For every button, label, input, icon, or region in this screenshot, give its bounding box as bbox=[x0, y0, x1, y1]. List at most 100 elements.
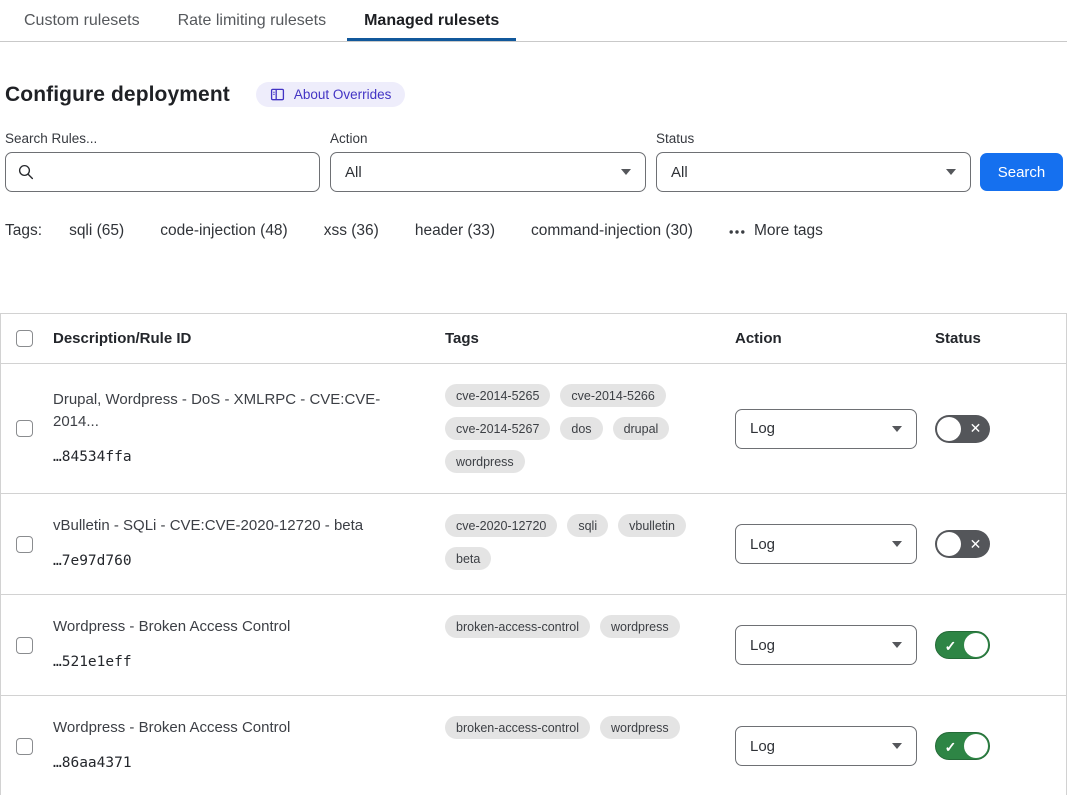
toggle-knob bbox=[937, 417, 961, 441]
row-checkbox[interactable] bbox=[16, 420, 33, 437]
toggle-knob bbox=[937, 532, 961, 556]
status-filter-select[interactable]: All bbox=[656, 152, 971, 192]
tag-pill: cve-2014-5265 bbox=[445, 384, 550, 407]
row-action-select[interactable]: Log bbox=[735, 409, 917, 449]
row-description-cell: Wordpress - Broken Access Control …521e1… bbox=[49, 595, 445, 695]
tag-filter-xss[interactable]: xss (36) bbox=[324, 222, 379, 240]
status-toggle[interactable]: ✕ ✓ bbox=[935, 530, 990, 558]
row-description-cell: Wordpress - Broken Access Control …86aa4… bbox=[49, 696, 445, 795]
action-field: Action All bbox=[330, 131, 656, 192]
status-field: Status All bbox=[656, 131, 980, 192]
tab-managed-rulesets[interactable]: Managed rulesets bbox=[347, 0, 516, 41]
more-tags-button[interactable]: More tags bbox=[729, 222, 823, 240]
tag-pill: dos bbox=[560, 417, 602, 440]
more-tags-label: More tags bbox=[754, 222, 823, 240]
row-action-value: Log bbox=[750, 420, 775, 437]
tag-filter-header[interactable]: header (33) bbox=[415, 222, 495, 240]
chevron-down-icon bbox=[946, 169, 956, 175]
action-filter-select[interactable]: All bbox=[330, 152, 646, 192]
tag-pill: cve-2014-5267 bbox=[445, 417, 550, 440]
filters-row: Search Rules... Action All Status All Se… bbox=[5, 131, 1063, 192]
x-icon: ✕ bbox=[962, 415, 989, 443]
select-all-checkbox[interactable] bbox=[16, 330, 33, 347]
row-action-value: Log bbox=[750, 738, 775, 755]
row-checkbox[interactable] bbox=[16, 536, 33, 553]
row-rule-id: …521e1eff bbox=[53, 650, 425, 674]
ellipsis-icon bbox=[729, 222, 745, 240]
table-row: Wordpress - Broken Access Control …86aa4… bbox=[1, 696, 1066, 795]
tag-pill: broken-access-control bbox=[445, 716, 590, 739]
book-icon bbox=[270, 87, 285, 102]
tag-pill: cve-2014-5266 bbox=[560, 384, 665, 407]
tab-bar: Custom rulesets Rate limiting rulesets M… bbox=[0, 0, 1067, 42]
tag-pill: drupal bbox=[613, 417, 670, 440]
search-label: Search Rules... bbox=[5, 131, 330, 146]
row-tags: broken-access-control wordpress bbox=[445, 595, 735, 695]
tag-pill: beta bbox=[445, 547, 491, 570]
search-field: Search Rules... bbox=[5, 131, 330, 192]
about-overrides-label: About Overrides bbox=[294, 87, 392, 102]
tag-filter-command-injection[interactable]: command-injection (30) bbox=[531, 222, 693, 240]
table-row: vBulletin - SQLi - CVE:CVE-2020-12720 - … bbox=[1, 494, 1066, 595]
rules-table: Description/Rule ID Tags Action Status D… bbox=[0, 313, 1067, 795]
row-action-value: Log bbox=[750, 637, 775, 654]
row-rule-id: …86aa4371 bbox=[53, 751, 425, 775]
check-icon: ✓ bbox=[937, 733, 964, 761]
row-action-select[interactable]: Log bbox=[735, 625, 917, 665]
tab-custom-rulesets[interactable]: Custom rulesets bbox=[7, 0, 157, 41]
row-tags: broken-access-control wordpress bbox=[445, 696, 735, 795]
table-body: Drupal, Wordpress - DoS - XMLRPC - CVE:C… bbox=[1, 364, 1066, 795]
chevron-down-icon bbox=[892, 541, 902, 547]
about-overrides-badge[interactable]: About Overrides bbox=[256, 82, 406, 107]
tags-bar-label: Tags: bbox=[5, 222, 42, 240]
tag-pill: cve-2020-12720 bbox=[445, 514, 557, 537]
row-action-select[interactable]: Log bbox=[735, 726, 917, 766]
check-icon: ✓ bbox=[937, 632, 964, 660]
action-label: Action bbox=[330, 131, 656, 146]
x-icon: ✕ bbox=[962, 530, 989, 558]
tag-pill: wordpress bbox=[600, 716, 680, 739]
row-rule-id: …84534ffa bbox=[53, 445, 425, 469]
table-row: Wordpress - Broken Access Control …521e1… bbox=[1, 595, 1066, 696]
heading-row: Configure deployment About Overrides bbox=[5, 82, 1067, 107]
tag-pill: wordpress bbox=[445, 450, 525, 473]
action-filter-value: All bbox=[345, 164, 362, 181]
tag-filter-code-injection[interactable]: code-injection (48) bbox=[160, 222, 288, 240]
column-header-action: Action bbox=[735, 330, 935, 347]
row-tags: cve-2020-12720 sqli vbulletin beta bbox=[445, 494, 735, 594]
table-row: Drupal, Wordpress - DoS - XMLRPC - CVE:C… bbox=[1, 364, 1066, 494]
tab-rate-limiting-rulesets[interactable]: Rate limiting rulesets bbox=[161, 0, 344, 41]
chevron-down-icon bbox=[892, 743, 902, 749]
tag-pill: vbulletin bbox=[618, 514, 686, 537]
column-header-description: Description/Rule ID bbox=[49, 330, 445, 347]
status-toggle[interactable]: ✕ ✓ bbox=[935, 631, 990, 659]
row-description-cell: Drupal, Wordpress - DoS - XMLRPC - CVE:C… bbox=[49, 368, 445, 490]
row-action-value: Log bbox=[750, 536, 775, 553]
table-header-row: Description/Rule ID Tags Action Status bbox=[1, 314, 1066, 364]
chevron-down-icon bbox=[621, 169, 631, 175]
row-rule-id: …7e97d760 bbox=[53, 549, 425, 573]
tag-filter-sqli[interactable]: sqli (65) bbox=[69, 222, 124, 240]
column-header-status: Status bbox=[935, 330, 1066, 347]
chevron-down-icon bbox=[892, 642, 902, 648]
row-tags: cve-2014-5265 cve-2014-5266 cve-2014-526… bbox=[445, 364, 735, 493]
tag-pill: broken-access-control bbox=[445, 615, 590, 638]
tags-bar: Tags: sqli (65) code-injection (48) xss … bbox=[5, 222, 1067, 240]
row-description: Wordpress - Broken Access Control bbox=[53, 616, 425, 638]
status-toggle[interactable]: ✕ ✓ bbox=[935, 732, 990, 760]
toggle-knob bbox=[964, 734, 988, 758]
row-description-cell: vBulletin - SQLi - CVE:CVE-2020-12720 - … bbox=[49, 494, 445, 594]
status-toggle[interactable]: ✕ ✓ bbox=[935, 415, 990, 443]
search-input[interactable] bbox=[5, 152, 320, 192]
status-filter-value: All bbox=[671, 164, 688, 181]
row-checkbox[interactable] bbox=[16, 738, 33, 755]
row-description: vBulletin - SQLi - CVE:CVE-2020-12720 - … bbox=[53, 515, 425, 537]
column-header-tags: Tags bbox=[445, 330, 735, 347]
search-button[interactable]: Search bbox=[980, 153, 1063, 191]
row-description: Wordpress - Broken Access Control bbox=[53, 717, 425, 739]
row-action-select[interactable]: Log bbox=[735, 524, 917, 564]
status-label: Status bbox=[656, 131, 980, 146]
chevron-down-icon bbox=[892, 426, 902, 432]
row-checkbox[interactable] bbox=[16, 637, 33, 654]
search-icon bbox=[17, 163, 35, 186]
